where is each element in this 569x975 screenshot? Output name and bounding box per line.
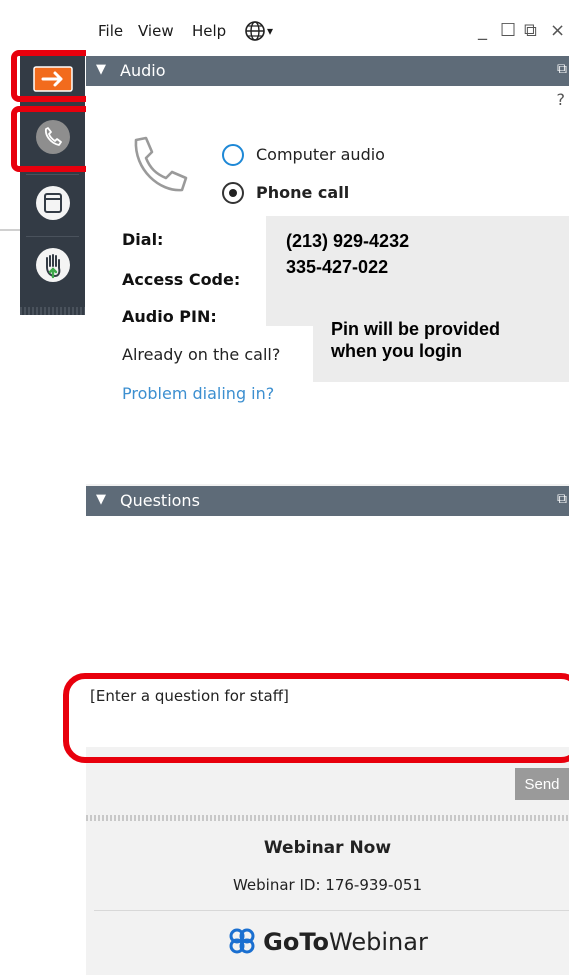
- questions-log: [86, 516, 569, 676]
- highlight-box-collapse: [11, 50, 93, 102]
- language-menu[interactable]: ▾: [244, 20, 273, 42]
- menu-help[interactable]: Help: [192, 22, 226, 40]
- callout-phone-number: (213) 929-4232: [286, 231, 410, 251]
- left-edge-divider: [0, 229, 20, 231]
- toolbar-button-raise-hand[interactable]: [20, 242, 85, 288]
- webinar-title: Webinar Now: [263, 838, 392, 858]
- phone-call-label[interactable]: Phone call: [256, 183, 349, 202]
- menu-file[interactable]: File: [98, 22, 123, 40]
- window-icon: [35, 186, 70, 220]
- callout-pin-line1: Pin will be provided: [331, 319, 501, 339]
- toolbar-separator: [26, 236, 79, 237]
- collapse-triangle-icon: ▼: [96, 492, 106, 507]
- toolbar-grip[interactable]: [20, 307, 85, 315]
- audio-pin-label: Audio PIN:: [122, 307, 217, 326]
- pin-info-callout: Pin will be provided when you login: [313, 306, 569, 382]
- problem-dialing-link[interactable]: Problem dialing in?: [122, 384, 274, 403]
- questions-header-title: Questions: [120, 491, 200, 510]
- control-panel: File View Help ▾ _ ☐ ⧉ × ▼ Audio ⧉ ? Com…: [86, 0, 569, 975]
- collapse-triangle-icon: ▼: [96, 62, 106, 77]
- maximize-button[interactable]: ☐: [500, 20, 516, 41]
- close-button[interactable]: ×: [550, 20, 565, 41]
- globe-icon: [245, 21, 265, 41]
- raise-hand-icon: [35, 248, 70, 282]
- phone-call-radio[interactable]: [222, 182, 244, 204]
- help-button[interactable]: ?: [557, 90, 566, 109]
- chevron-down-icon: ▾: [267, 24, 274, 38]
- popout-icon[interactable]: ⧉: [557, 61, 567, 77]
- computer-audio-radio[interactable]: [222, 144, 244, 166]
- highlight-box-audio: [11, 106, 93, 172]
- computer-audio-label[interactable]: Computer audio: [256, 145, 385, 164]
- dial-label: Dial:: [122, 230, 164, 249]
- audio-header[interactable]: ▼ Audio ⧉: [86, 56, 569, 86]
- already-on-call-label: Already on the call?: [122, 345, 281, 364]
- menu-view[interactable]: View: [138, 22, 174, 40]
- send-button[interactable]: Send: [515, 768, 569, 800]
- panel-resize-grip[interactable]: [86, 815, 569, 821]
- questions-header[interactable]: ▼ Questions ⧉: [86, 486, 569, 516]
- webinar-id: Webinar ID: 176-939-051: [232, 876, 423, 894]
- minimize-button[interactable]: _: [478, 20, 487, 41]
- callout-access-code: 335-427-022: [286, 257, 389, 277]
- menu-bar: File View Help ▾ _ ☐ ⧉ ×: [86, 0, 569, 56]
- callout-pin-line2: when you login: [331, 341, 462, 361]
- audio-pane: ? Computer audio Phone call (213) 929-42…: [86, 86, 569, 484]
- restore-button[interactable]: ⧉: [524, 20, 537, 41]
- brand-light: Webinar: [329, 928, 428, 956]
- brand-bold: GoTo: [263, 928, 330, 956]
- footer-divider: [94, 910, 569, 911]
- audio-header-title: Audio: [120, 61, 166, 80]
- toolbar-button-window[interactable]: [20, 180, 85, 226]
- access-code-label: Access Code:: [122, 270, 241, 289]
- highlight-box-question-input: [63, 673, 569, 763]
- gotowebinar-logo: GoToWebinar: [86, 926, 569, 956]
- toolbar-separator: [26, 174, 79, 175]
- popout-icon[interactable]: ⧉: [557, 491, 567, 507]
- phone-handset-icon: [134, 136, 188, 192]
- gotowebinar-logo-icon: [229, 928, 255, 954]
